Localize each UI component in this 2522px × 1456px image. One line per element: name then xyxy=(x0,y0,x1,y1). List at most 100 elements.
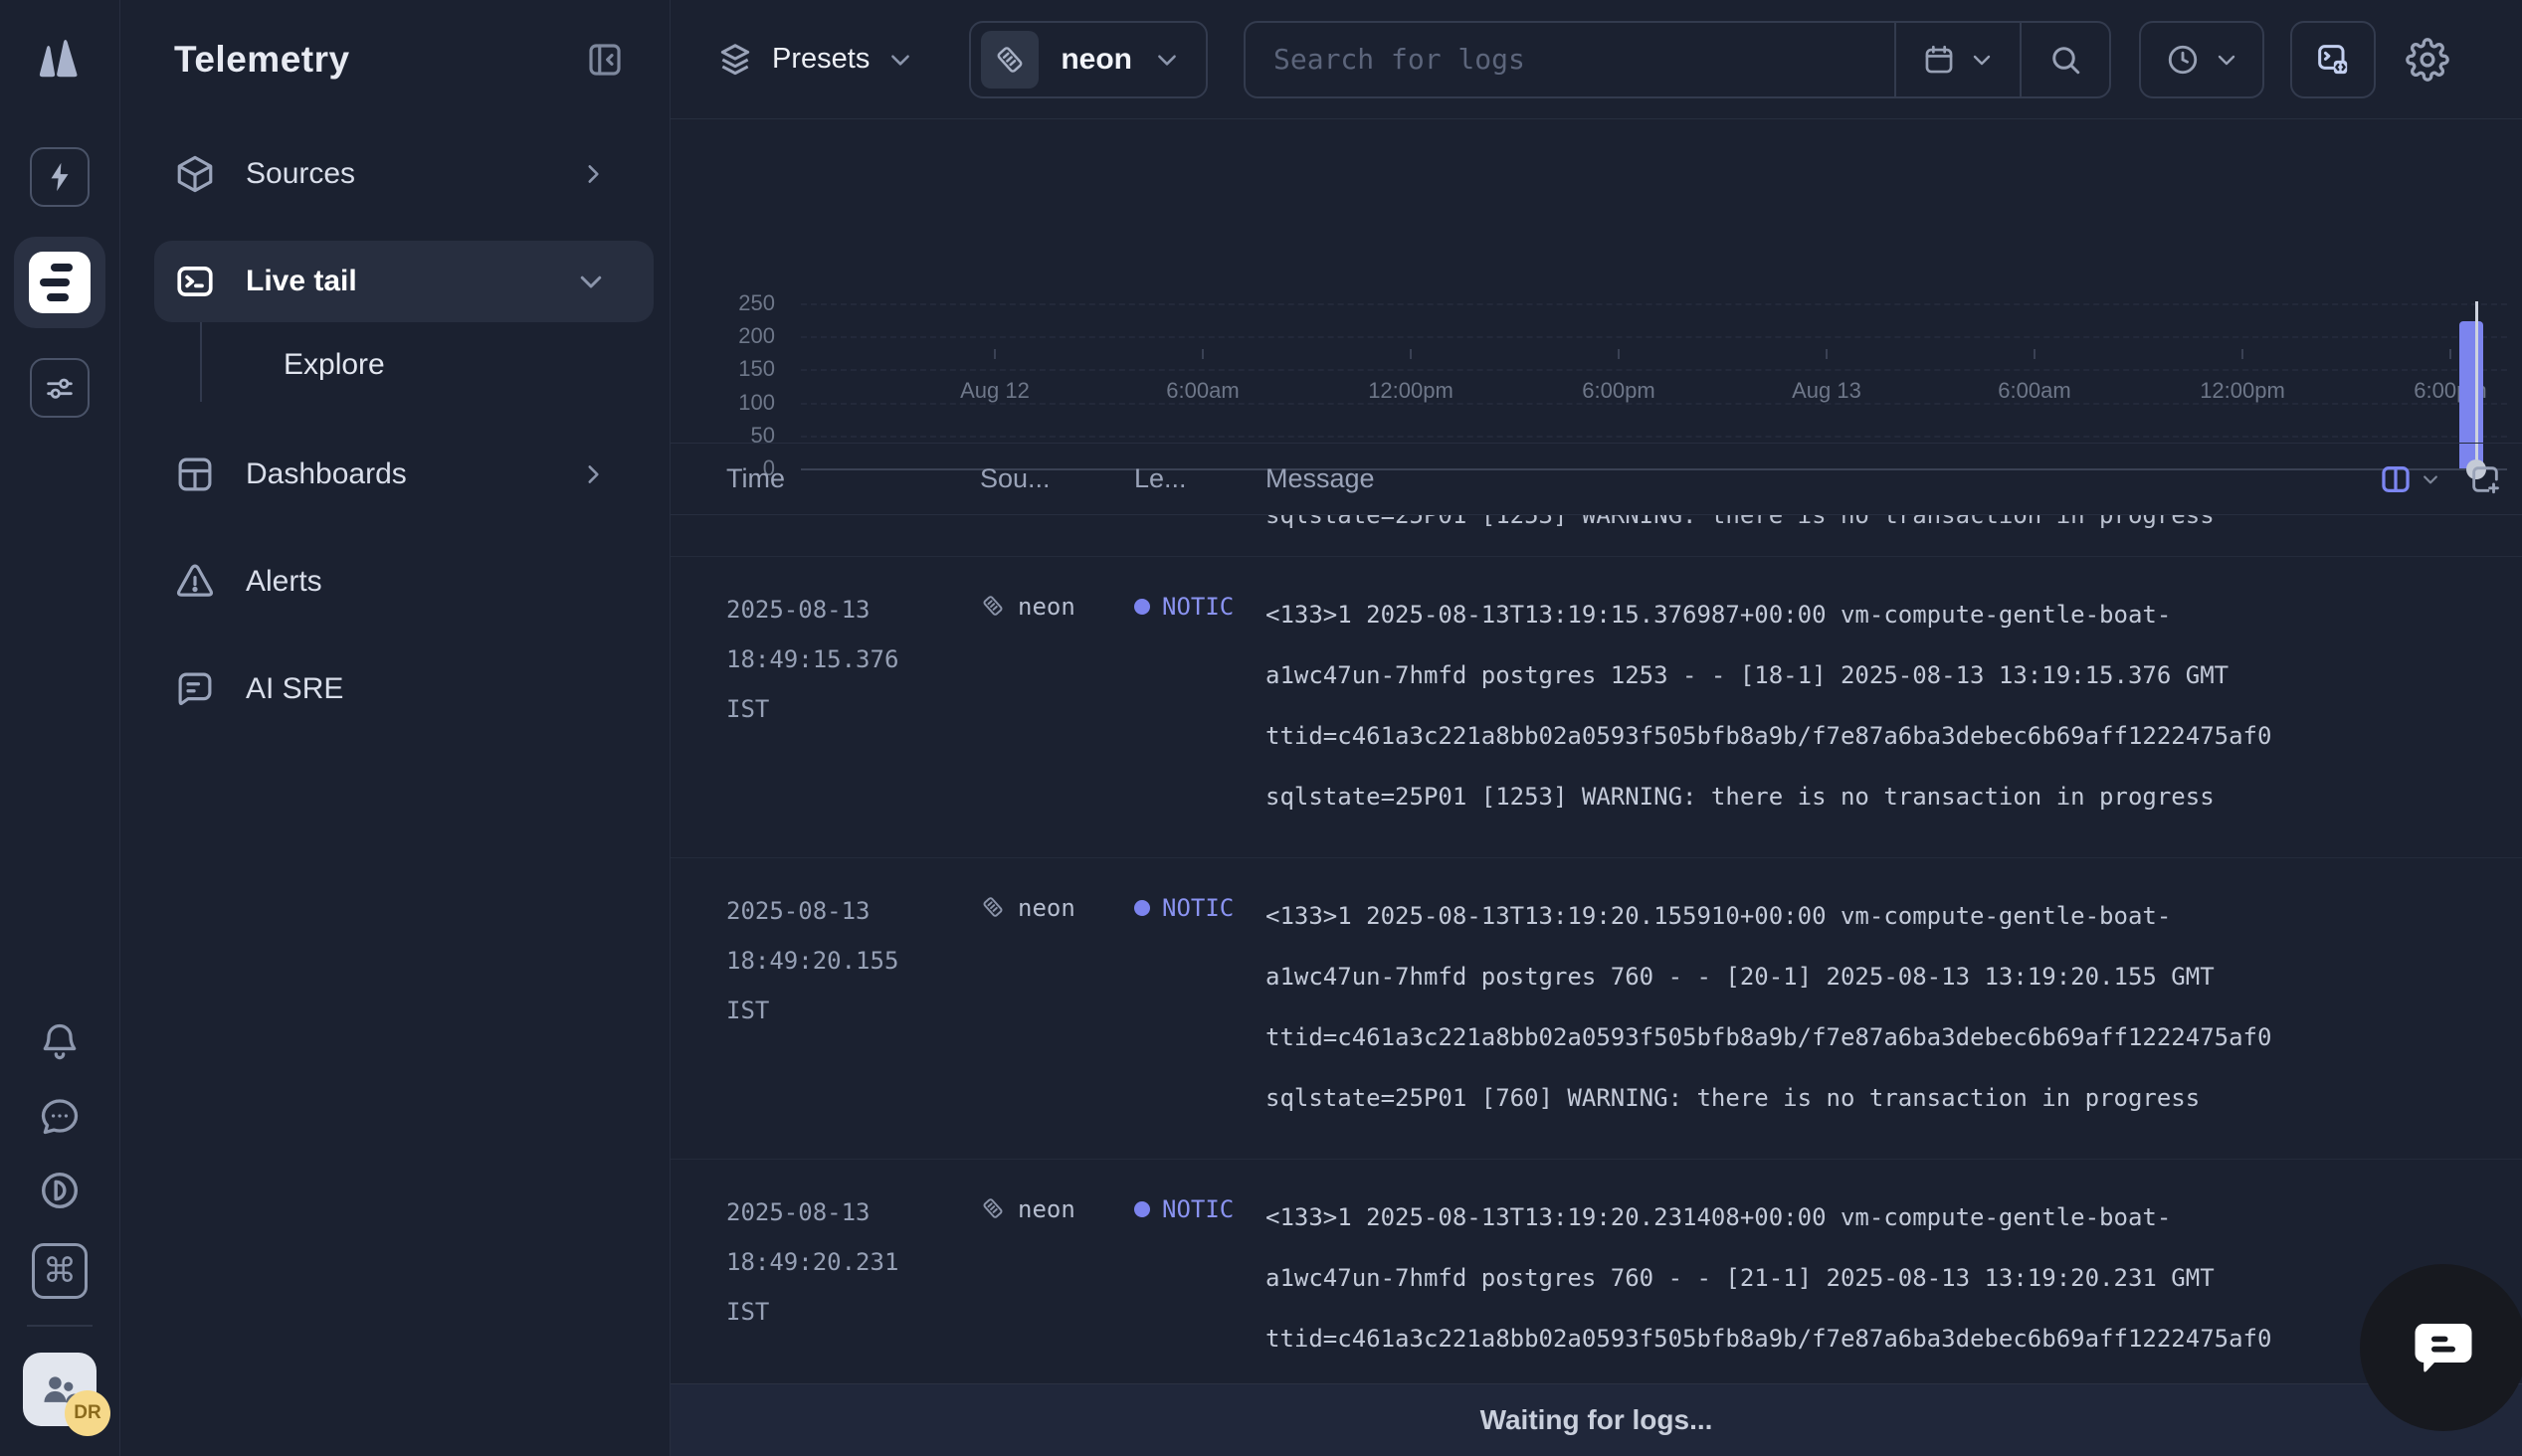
calendar-icon xyxy=(1922,43,1956,77)
org-badge: DR xyxy=(65,1390,110,1436)
search-group xyxy=(1244,21,2111,98)
command-menu-button[interactable]: ⌘ xyxy=(32,1243,88,1299)
sidebar-item-label: AI SRE xyxy=(246,672,343,706)
column-header-level[interactable]: Le... xyxy=(1134,463,1265,494)
gridline xyxy=(801,336,2507,338)
sidebar-item-label: Sources xyxy=(246,157,355,191)
sidebar-item-label: Explore xyxy=(284,348,385,382)
log-source: neon xyxy=(980,585,1134,827)
chat-square-icon xyxy=(174,668,220,710)
log-time: 2025-08-13 18:49:20.155 IST xyxy=(726,886,980,1129)
gridline xyxy=(801,436,2507,438)
theme-toggle-button[interactable] xyxy=(37,1168,83,1213)
support-chat-fab[interactable] xyxy=(2360,1264,2522,1431)
bell-icon xyxy=(38,1020,82,1064)
column-header-source[interactable]: Sou... xyxy=(980,463,1134,494)
presets-dropdown[interactable]: Presets xyxy=(716,41,913,79)
cube-icon xyxy=(174,153,220,195)
chevron-down-icon xyxy=(887,47,913,73)
chevron-down-icon xyxy=(1970,48,1994,72)
level-dot xyxy=(1134,900,1150,916)
layers-icon xyxy=(716,41,754,79)
sidebar-item-live-tail[interactable]: Live tail xyxy=(154,241,654,322)
settings-sliders-rail-button[interactable] xyxy=(30,358,90,418)
notifications-button[interactable] xyxy=(38,1020,82,1064)
clock-icon xyxy=(2165,42,2201,78)
x-tick: 12:00pm xyxy=(1368,378,1454,404)
add-column-icon xyxy=(2468,462,2502,496)
gear-icon xyxy=(2406,38,2449,82)
settings-button[interactable] xyxy=(2406,38,2449,82)
sidebar-item-ai-sre[interactable]: AI SRE xyxy=(120,648,654,730)
chevron-down-icon xyxy=(576,267,606,296)
run-search-button[interactable] xyxy=(2022,23,2109,96)
log-level: NOTIC xyxy=(1134,585,1265,827)
sidebar-item-dashboards[interactable]: Dashboards xyxy=(120,434,654,515)
y-tick: 250 xyxy=(671,290,775,316)
chevron-down-icon xyxy=(1154,47,1180,73)
sidebar-nav: Sources Live tail Explore xyxy=(120,119,670,730)
api-terminal-button[interactable] xyxy=(2290,21,2376,98)
clipped-log-row[interactable]: sqlstate=25P01 [1253] WARNING: there is … xyxy=(671,515,2522,557)
x-tick: 6:00pm xyxy=(1582,378,1654,404)
x-tick: Aug 13 xyxy=(1792,378,1861,404)
page-title: Telemetry xyxy=(174,39,350,81)
chevron-right-icon xyxy=(580,461,606,487)
x-tick: Aug 12 xyxy=(960,378,1030,404)
log-table-header: Time Sou... Le... Message xyxy=(671,443,2522,515)
two-columns-icon xyxy=(2379,462,2413,496)
waiting-status: Waiting for logs... xyxy=(1480,1404,1713,1436)
dashboard-grid-icon xyxy=(174,454,220,495)
chevron-down-icon xyxy=(2421,469,2440,489)
collapse-sidebar-button[interactable] xyxy=(584,39,626,81)
log-row[interactable]: 2025-08-13 18:49:20.155 IST neon NOTIC <… xyxy=(671,858,2522,1160)
gridline xyxy=(801,369,2507,371)
x-tick: 6:00am xyxy=(1166,378,1239,404)
rail-divider xyxy=(27,1325,93,1327)
log-time: 2025-08-13 18:49:20.231 IST xyxy=(726,1187,980,1383)
source-select-dropdown[interactable]: neon xyxy=(969,21,1208,98)
date-range-button[interactable] xyxy=(1896,23,2020,96)
log-rows: sqlstate=25P01 [1253] WARNING: there is … xyxy=(671,515,2522,1383)
search-input[interactable] xyxy=(1246,23,1894,96)
main-area: Presets neon xyxy=(671,0,2522,1456)
sidebar-item-alerts[interactable]: Alerts xyxy=(120,541,654,623)
time-range-dropdown[interactable] xyxy=(2139,21,2264,98)
presets-label: Presets xyxy=(772,43,870,76)
log-row[interactable]: 2025-08-13 18:49:15.376 IST neon NOTIC <… xyxy=(671,557,2522,858)
panel-collapse-icon xyxy=(584,39,626,81)
level-dot xyxy=(1134,1201,1150,1217)
y-tick: 150 xyxy=(671,356,775,382)
log-level: NOTIC xyxy=(1134,1187,1265,1383)
selected-source: neon xyxy=(1061,43,1132,77)
log-volume-chart: 250 200 150 100 50 0 Aug 12 6:00am 12:00… xyxy=(671,119,2522,443)
user-avatar-area[interactable]: DR xyxy=(23,1353,97,1426)
column-header-message[interactable]: Message xyxy=(1265,463,2522,494)
tree-line xyxy=(200,322,202,402)
quickstart-rail-button[interactable] xyxy=(30,147,90,207)
message-dots-icon xyxy=(38,1094,82,1138)
log-source: neon xyxy=(980,886,1134,1129)
terminal-icon xyxy=(174,261,220,302)
logs-rail-button-active[interactable] xyxy=(14,237,105,328)
lightning-icon xyxy=(43,160,77,194)
icon-rail: ⌘ DR xyxy=(0,0,120,1456)
log-row[interactable]: 2025-08-13 18:49:20.231 IST neon NOTIC <… xyxy=(671,1160,2522,1383)
log-scroll-icon xyxy=(981,31,1039,89)
sidebar-item-explore[interactable]: Explore xyxy=(120,322,654,408)
log-message: <133>1 2025-08-13T13:19:20.155910+00:00 … xyxy=(1265,886,2522,1129)
column-header-time[interactable]: Time xyxy=(726,463,980,494)
sidebar-item-label: Alerts xyxy=(246,565,322,599)
alert-triangle-icon xyxy=(174,561,220,603)
log-message: <133>1 2025-08-13T13:19:20.231408+00:00 … xyxy=(1265,1187,2522,1383)
chevron-down-icon xyxy=(2215,48,2238,72)
terminal-code-icon xyxy=(2313,40,2353,80)
sliders-icon xyxy=(43,371,77,405)
column-layout-dropdown[interactable] xyxy=(2379,462,2440,496)
add-column-button[interactable] xyxy=(2468,462,2502,496)
log-message: <133>1 2025-08-13T13:19:15.376987+00:00 … xyxy=(1265,585,2522,827)
sidebar-item-sources[interactable]: Sources xyxy=(120,133,654,215)
y-tick: 100 xyxy=(671,390,775,416)
feedback-button[interactable] xyxy=(38,1094,82,1138)
command-icon: ⌘ xyxy=(43,1251,77,1291)
